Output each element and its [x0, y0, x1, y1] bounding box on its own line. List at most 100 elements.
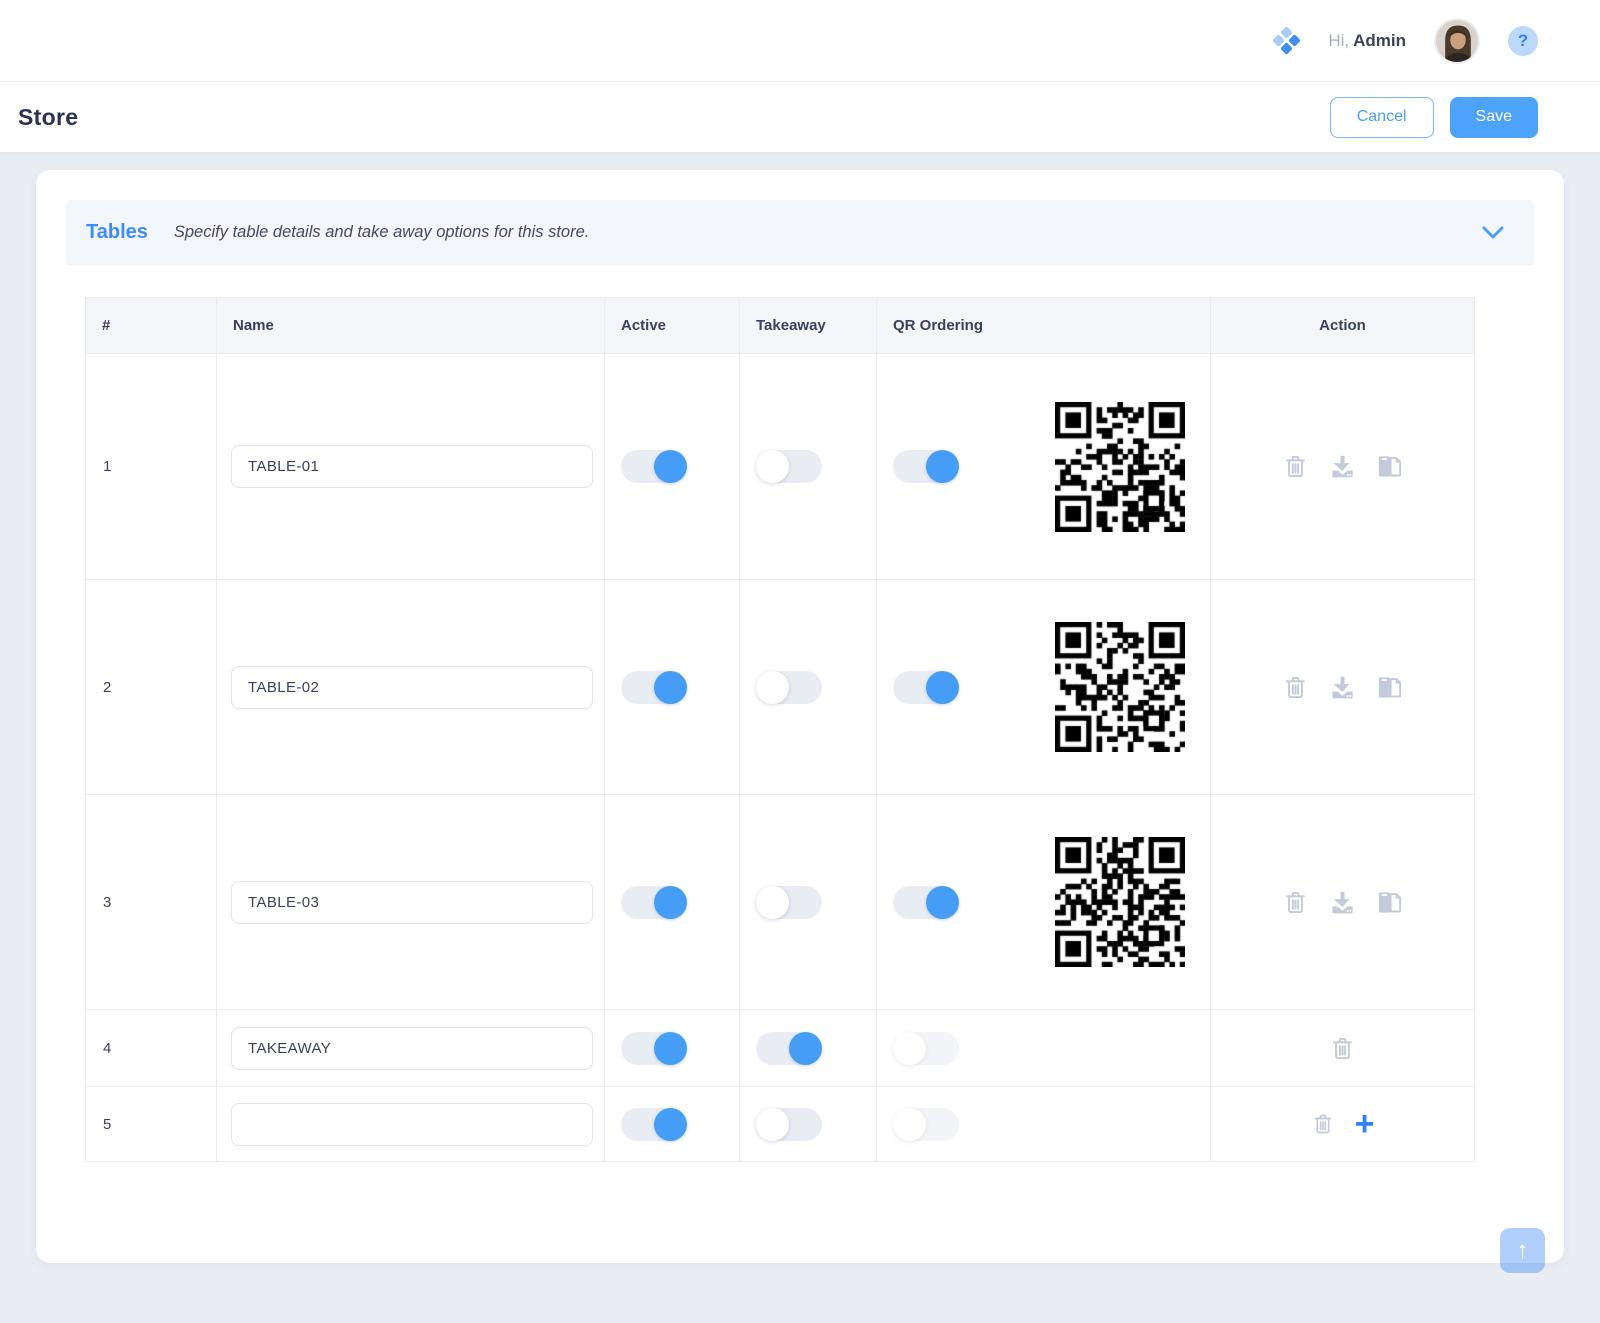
qr-ordering-toggle[interactable]: [893, 671, 959, 704]
table-name-input[interactable]: [231, 666, 593, 709]
row-index: 4: [86, 1010, 217, 1087]
avatar[interactable]: [1434, 18, 1480, 64]
plus-icon: +: [1355, 1107, 1375, 1141]
copy-button[interactable]: [1376, 453, 1403, 480]
store-settings-card: Tables Specify table details and take aw…: [36, 170, 1564, 1263]
delete-icon: [1282, 453, 1309, 480]
delete-button[interactable]: [1329, 1035, 1356, 1062]
download-icon: [1329, 674, 1356, 701]
table-row: 2: [86, 580, 1475, 795]
column-header: Name: [217, 298, 605, 354]
table-row: 4: [86, 1010, 1475, 1087]
table-name-input[interactable]: [231, 881, 593, 924]
active-toggle[interactable]: [621, 450, 687, 483]
active-toggle[interactable]: [621, 1108, 687, 1141]
active-toggle-knob: [654, 886, 687, 919]
delete-button[interactable]: [1282, 674, 1309, 701]
download-button[interactable]: [1329, 453, 1356, 480]
qr-ordering-toggle-knob: [926, 450, 959, 483]
delete-icon: [1329, 1035, 1356, 1062]
greeting-prefix: Hi,: [1328, 31, 1349, 50]
qr-ordering-toggle-knob: [893, 1108, 926, 1141]
active-toggle-knob: [654, 1108, 687, 1141]
table-header-row: #NameActiveTakeawayQR OrderingAction: [86, 298, 1475, 354]
download-icon: [1329, 889, 1356, 916]
add-row-button[interactable]: +: [1355, 1107, 1375, 1141]
qr-ordering-toggle[interactable]: [893, 450, 959, 483]
section-title: Tables: [86, 221, 148, 244]
help-button[interactable]: ?: [1508, 26, 1538, 56]
copy-button[interactable]: [1376, 889, 1403, 916]
takeaway-toggle[interactable]: [756, 671, 822, 704]
page-title: Store: [18, 104, 78, 131]
column-header: Takeaway: [740, 298, 877, 354]
copy-icon: [1376, 453, 1403, 480]
qr-ordering-toggle-knob: [926, 886, 959, 919]
takeaway-toggle[interactable]: [756, 1032, 822, 1065]
active-toggle-knob: [654, 450, 687, 483]
topbar: Hi,Admin ?: [0, 0, 1600, 82]
takeaway-toggle-knob: [756, 886, 789, 919]
qr-ordering-toggle[interactable]: [893, 886, 959, 919]
tables-table-wrap: #NameActiveTakeawayQR OrderingAction 1 2…: [85, 297, 1514, 1162]
chevron-down-icon[interactable]: [1482, 226, 1504, 240]
takeaway-toggle-knob: [756, 450, 789, 483]
table-name-input[interactable]: [231, 445, 593, 488]
active-toggle[interactable]: [621, 886, 687, 919]
arrow-up-icon: ↑: [1517, 1237, 1529, 1265]
table-row: 3: [86, 795, 1475, 1010]
scroll-top-button[interactable]: ↑: [1500, 1228, 1545, 1273]
takeaway-toggle[interactable]: [756, 450, 822, 483]
download-icon: [1329, 453, 1356, 480]
qr-ordering-toggle[interactable]: [893, 1032, 959, 1065]
tables-table: #NameActiveTakeawayQR OrderingAction 1 2…: [85, 297, 1475, 1162]
qr-code-image: [1055, 622, 1185, 752]
copy-button[interactable]: [1376, 674, 1403, 701]
row-index: 3: [86, 795, 217, 1010]
qr-ordering-toggle-knob: [893, 1032, 926, 1065]
row-index: 5: [86, 1087, 217, 1162]
cancel-button[interactable]: Cancel: [1330, 97, 1434, 138]
takeaway-toggle[interactable]: [756, 1108, 822, 1141]
qr-ordering-toggle-knob: [926, 671, 959, 704]
download-button[interactable]: [1329, 889, 1356, 916]
download-button[interactable]: [1329, 674, 1356, 701]
copy-icon: [1376, 674, 1403, 701]
save-button[interactable]: Save: [1450, 97, 1538, 138]
column-header: QR Ordering: [877, 298, 1211, 354]
qr-ordering-toggle[interactable]: [893, 1108, 959, 1141]
row-index: 1: [86, 354, 217, 580]
column-header: #: [86, 298, 217, 354]
takeaway-toggle-knob: [756, 671, 789, 704]
column-header: Active: [605, 298, 740, 354]
active-toggle[interactable]: [621, 1032, 687, 1065]
table-row: 1: [86, 354, 1475, 580]
delete-icon: [1311, 1112, 1335, 1136]
greeting-name: Admin: [1353, 31, 1406, 50]
delete-button[interactable]: [1311, 1112, 1335, 1136]
delete-icon: [1282, 889, 1309, 916]
active-toggle-knob: [654, 671, 687, 704]
delete-button[interactable]: [1282, 889, 1309, 916]
delete-button[interactable]: [1282, 453, 1309, 480]
active-toggle-knob: [654, 1032, 687, 1065]
delete-icon: [1282, 674, 1309, 701]
qr-code-image: [1055, 837, 1185, 967]
section-subtitle: Specify table details and take away opti…: [174, 223, 1482, 242]
row-index: 2: [86, 580, 217, 795]
table-body: 1 2 3: [86, 354, 1475, 1162]
takeaway-toggle-knob: [756, 1108, 789, 1141]
qr-code-image: [1055, 402, 1185, 532]
takeaway-toggle[interactable]: [756, 886, 822, 919]
column-header: Action: [1211, 298, 1475, 354]
active-toggle[interactable]: [621, 671, 687, 704]
takeaway-toggle-knob: [789, 1032, 822, 1065]
user-greeting: Hi,Admin: [1328, 31, 1406, 51]
table-row: 5 +: [86, 1087, 1475, 1162]
tables-section-header: Tables Specify table details and take aw…: [66, 200, 1534, 265]
table-name-input[interactable]: [231, 1027, 593, 1070]
copy-icon: [1376, 889, 1403, 916]
table-name-input[interactable]: [231, 1103, 593, 1146]
page-header: Store Cancel Save: [0, 82, 1600, 152]
apps-grid-icon[interactable]: [1274, 28, 1300, 54]
